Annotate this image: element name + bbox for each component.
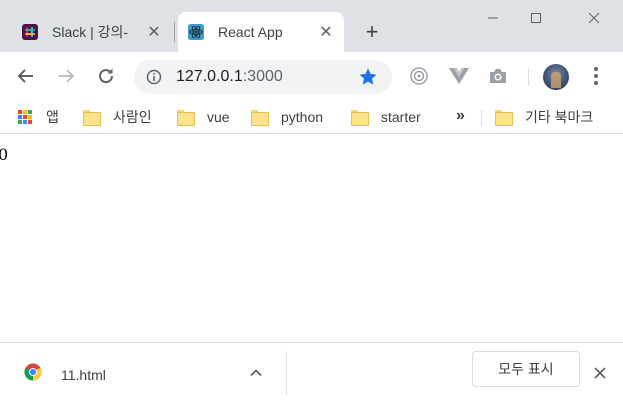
address-bar[interactable]: 127.0.0.1:3000 (134, 60, 392, 94)
profile-avatar[interactable] (543, 64, 569, 90)
bookmark-apps[interactable]: 앱 (18, 106, 59, 128)
new-tab-button[interactable]: + (360, 19, 384, 44)
download-item[interactable]: 11.html (0, 343, 286, 402)
folder-icon (177, 110, 195, 126)
recording-extension-icon[interactable] (409, 66, 429, 86)
page-counter-text: 0 (0, 145, 9, 164)
info-icon[interactable] (146, 69, 162, 85)
maximize-icon[interactable] (524, 6, 548, 30)
bookmark-folder-saramin[interactable]: 사람인 (83, 106, 152, 128)
chevron-up-icon[interactable] (248, 365, 264, 381)
folder-icon (251, 110, 269, 126)
tab-separator (174, 22, 175, 42)
camera-extension-icon[interactable] (488, 66, 508, 86)
folder-icon (351, 110, 369, 126)
browser-toolbar: 127.0.0.1:3000 (0, 52, 623, 100)
close-shelf-icon[interactable] (592, 365, 608, 381)
download-divider (286, 351, 287, 395)
bookmark-folder-python[interactable]: python (251, 106, 323, 128)
folder-icon (83, 110, 101, 126)
bookmark-label: python (281, 109, 324, 125)
bookmark-folder-other[interactable]: 기타 북마크 (495, 106, 593, 128)
download-file-name: 11.html (61, 367, 106, 383)
page-viewport: 0 (0, 135, 623, 342)
url-port: :3000 (242, 68, 283, 85)
bookmark-star-icon[interactable] (358, 67, 378, 87)
minimize-icon[interactable] (481, 6, 505, 30)
react-icon (188, 24, 204, 40)
bookmarks-bar: 앱 사람인 vue python starter » 기타 북마크 (0, 100, 623, 134)
bookmark-folder-vue[interactable]: vue (177, 106, 230, 128)
bookmark-folder-starter[interactable]: starter (351, 106, 421, 128)
tab-title: Slack | 강의- (52, 24, 129, 40)
tab-react-app[interactable]: React App ✕ (178, 12, 344, 52)
tab-title: React App (218, 24, 283, 40)
vue-devtools-icon[interactable] (449, 66, 469, 86)
reload-icon[interactable] (94, 64, 118, 88)
bookmark-label: 기타 북마크 (525, 109, 594, 125)
toolbar-divider (528, 68, 529, 86)
tab-close-icon[interactable]: ✕ (144, 22, 164, 42)
bookmarks-overflow-button[interactable]: » (456, 106, 465, 128)
bookmark-label: starter (381, 109, 421, 125)
menu-kebab-icon[interactable] (586, 66, 606, 86)
download-shelf: 11.html 모두 표시 (0, 342, 623, 402)
forward-arrow-icon[interactable] (54, 64, 78, 88)
chrome-icon (24, 363, 42, 381)
tab-slack[interactable]: Slack | 강의- ✕ (12, 12, 172, 52)
url-text[interactable]: 127.0.0.1:3000 (176, 68, 283, 86)
bookmark-label: 사람인 (113, 109, 152, 125)
url-host: 127.0.0.1 (176, 68, 243, 85)
tab-strip: Slack | 강의- ✕ React App ✕ + (0, 0, 623, 52)
back-arrow-icon[interactable] (14, 64, 38, 88)
bookmarks-divider (481, 110, 482, 126)
apps-grid-icon (18, 110, 32, 124)
close-window-icon[interactable] (582, 6, 606, 30)
show-all-downloads-button[interactable]: 모두 표시 (472, 351, 580, 387)
bookmark-label: 앱 (46, 109, 59, 125)
bookmark-label: vue (207, 109, 230, 125)
slack-icon (22, 24, 38, 40)
folder-icon (495, 110, 513, 126)
tab-close-icon[interactable]: ✕ (316, 22, 336, 42)
